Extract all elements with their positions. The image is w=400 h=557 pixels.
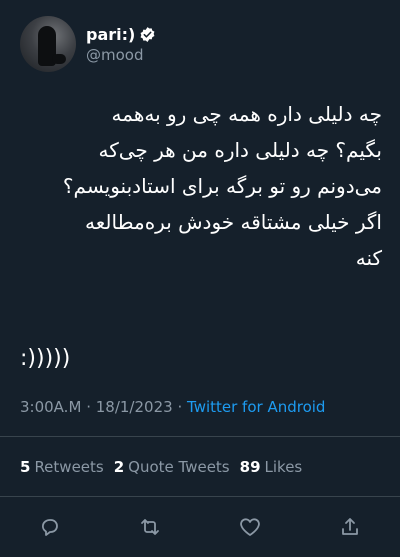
tweet-meta: 3:00A.M · 18/1/2023 · Twitter for Androi…: [20, 398, 325, 416]
meta-separator: ·: [177, 398, 183, 416]
like-icon[interactable]: [238, 515, 262, 539]
likes-stat[interactable]: 89 Likes: [240, 458, 303, 476]
user-names: pari:) @mood: [86, 25, 156, 64]
avatar-dog: [52, 54, 66, 64]
retweets-count: 5: [20, 458, 31, 476]
divider: [0, 496, 400, 497]
tweet-smiley: :))))): [20, 346, 71, 371]
name-row: pari:): [86, 25, 156, 44]
likes-count: 89: [239, 458, 261, 476]
verified-badge-icon: [140, 26, 155, 42]
quotes-stat[interactable]: 2 Quote Tweets: [114, 458, 230, 476]
retweets-stat[interactable]: 5 Retweets: [20, 458, 104, 476]
quotes-label: Quote Tweets: [128, 458, 230, 476]
quotes-count: 2: [113, 458, 125, 476]
likes-label: Likes: [264, 458, 303, 476]
retweets-label: Retweets: [34, 458, 104, 476]
tweet-date[interactable]: 18/1/2023: [96, 398, 173, 416]
meta-separator: ·: [86, 398, 91, 416]
tweet-time[interactable]: 3:00A.M: [20, 398, 81, 416]
retweet-icon[interactable]: [138, 515, 162, 539]
user-handle[interactable]: @mood: [86, 46, 156, 64]
display-name[interactable]: pari:): [86, 25, 135, 44]
tweet-body: چه دلیلی داره همه چی رو به‌همه بگیم؟ چه …: [62, 102, 382, 270]
reply-icon[interactable]: [38, 515, 62, 539]
engagement-stats: 5 Retweets 2 Quote Tweets 89 Likes: [20, 458, 302, 476]
action-bar: [0, 512, 400, 542]
share-icon[interactable]: [338, 515, 362, 539]
tweet-source-link[interactable]: Twitter for Android: [187, 398, 325, 416]
tweet-header: pari:) @mood: [20, 16, 156, 72]
avatar[interactable]: [20, 16, 76, 72]
divider: [0, 436, 400, 437]
